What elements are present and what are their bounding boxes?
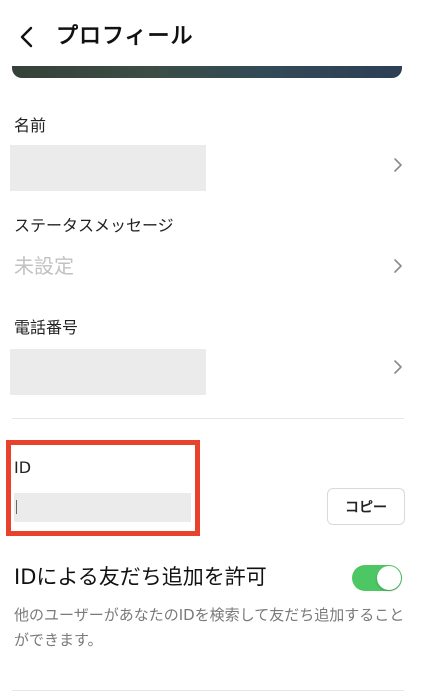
name-value-redacted [10, 145, 206, 191]
back-button[interactable] [12, 22, 42, 52]
toggle-knob [377, 566, 401, 590]
name-label: 名前 [14, 116, 47, 135]
name-chevron-right-icon [392, 157, 404, 173]
id-highlight-frame [6, 440, 200, 536]
bottom-divider [12, 690, 404, 691]
status-chevron-right-icon [392, 258, 404, 274]
header-bar: プロフィール [0, 0, 426, 70]
status-message-label: ステータスメッセージ [14, 216, 174, 235]
status-message-value: 未設定 [14, 254, 74, 278]
cover-image[interactable] [12, 66, 402, 78]
phone-value-redacted [10, 349, 206, 395]
id-search-description: 他のユーザーがあなたのIDを検索して友だち追加することができます。 [14, 606, 405, 649]
page-title: プロフィール [56, 24, 194, 49]
phone-label: 電話番号 [14, 318, 79, 337]
id-search-toggle[interactable] [352, 565, 402, 591]
section-divider [12, 418, 404, 419]
chevron-left-icon [20, 26, 33, 48]
id-search-toggle-title: IDによる友だち追加を許可 [14, 565, 267, 589]
phone-chevron-right-icon [392, 359, 404, 375]
copy-id-button[interactable]: コピー [327, 488, 405, 525]
